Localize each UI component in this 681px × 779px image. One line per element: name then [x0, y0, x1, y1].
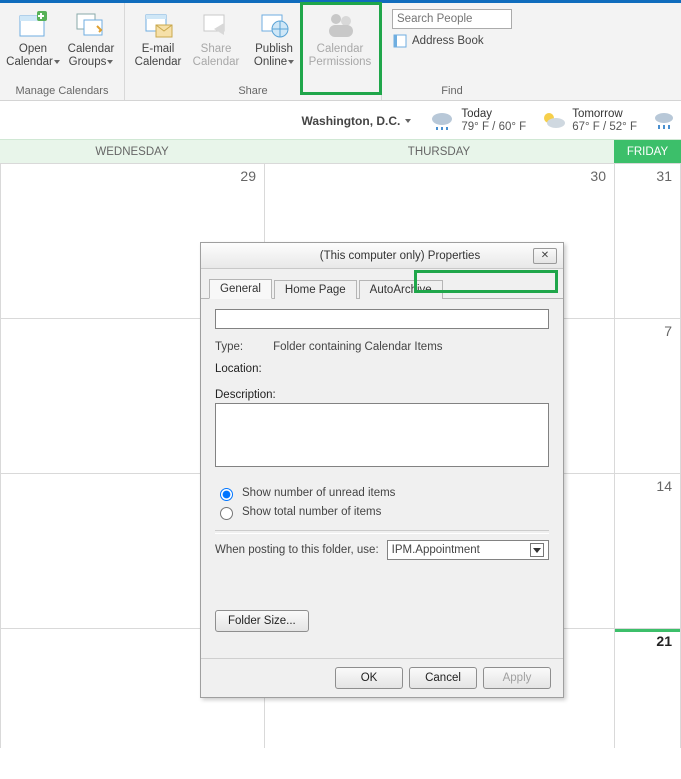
weather-bar: Washington, D.C. Today79° F / 60° F Tomo… [0, 101, 681, 139]
dialog-tabs: General Home Page AutoArchive [201, 273, 563, 299]
calendar-groups-button[interactable]: Calendar Groups [62, 7, 120, 71]
tab-general[interactable]: General [209, 279, 272, 299]
ribbon-group-find: Address Book Find [382, 3, 522, 100]
folder-name-input[interactable] [215, 309, 549, 329]
posting-type-select[interactable]: IPM.Appointment [387, 540, 549, 560]
weather-tomorrow-label: Tomorrow [572, 108, 637, 121]
ribbon-group-share: E-mail Calendar Share Calendar Publish O… [125, 3, 382, 100]
close-icon: ✕ [541, 250, 549, 261]
calendar-cell[interactable]: 14 [614, 474, 681, 628]
email-calendar-icon [142, 9, 174, 41]
calendar-permissions-label: Calendar Permissions [305, 43, 375, 69]
share-calendar-button[interactable]: Share Calendar [187, 7, 245, 71]
radio-unread-label: Show number of unread items [242, 487, 395, 499]
type-value: Folder containing Calendar Items [273, 341, 442, 353]
address-book-button[interactable]: Address Book [392, 33, 484, 49]
chevron-down-icon [530, 543, 544, 557]
people-icon [324, 9, 356, 41]
calendar-date: 21 [656, 633, 672, 649]
address-book-label: Address Book [412, 35, 484, 47]
open-calendar-label: Open Calendar [6, 43, 53, 68]
group-label-share: Share [129, 83, 377, 100]
day-header-thu: THURSDAY [264, 139, 614, 163]
chevron-down-icon [405, 119, 411, 123]
calendar-date: 31 [656, 168, 672, 184]
cancel-button[interactable]: Cancel [409, 667, 477, 689]
dialog-buttons: OK Cancel Apply [201, 658, 563, 697]
email-calendar-button[interactable]: E-mail Calendar [129, 7, 187, 71]
publish-online-icon [258, 9, 290, 41]
location-label: Location: [215, 363, 549, 375]
day-header-wed: WEDNESDAY [0, 139, 264, 163]
group-label-find: Find [386, 83, 518, 100]
publish-online-button[interactable]: Publish Online [245, 7, 303, 71]
description-input[interactable] [215, 403, 549, 467]
calendar-date: 30 [590, 168, 606, 184]
type-label: Type: [215, 341, 243, 353]
calendar-cell[interactable]: 21 [614, 629, 681, 748]
calendar-day-headers: WEDNESDAY THURSDAY FRIDAY [0, 139, 681, 163]
properties-dialog: (This computer only) Properties ✕ Genera… [200, 242, 564, 698]
ribbon-group-manage-calendars: Open Calendar Calendar Groups Manage Cal… [0, 3, 125, 100]
share-calendar-icon [200, 9, 232, 41]
dialog-title: (This computer only) Properties [267, 250, 533, 262]
weather-today-label: Today [461, 108, 526, 121]
calendar-groups-label: Calendar Groups [68, 43, 115, 68]
description-label: Description: [215, 389, 549, 401]
calendar-date: 7 [664, 323, 672, 339]
rain-cloud-icon [653, 110, 675, 132]
partly-cloudy-icon [540, 110, 566, 132]
posting-value: IPM.Appointment [392, 544, 480, 556]
separator [215, 530, 549, 534]
radio-total-label: Show total number of items [242, 506, 381, 518]
apply-button[interactable]: Apply [483, 667, 551, 689]
dialog-titlebar[interactable]: (This computer only) Properties ✕ [201, 243, 563, 269]
weather-tomorrow-temp: 67° F / 52° F [572, 121, 637, 134]
posting-label: When posting to this folder, use: [215, 544, 379, 556]
calendar-date: 29 [240, 168, 256, 184]
calendar-date: 14 [656, 478, 672, 494]
calendar-permissions-button[interactable]: Calendar Permissions [303, 7, 377, 71]
weather-tomorrow: Tomorrow67° F / 52° F [540, 108, 637, 134]
search-people-input[interactable] [392, 9, 512, 29]
chevron-down-icon [288, 60, 294, 64]
day-header-fri: FRIDAY [614, 139, 681, 163]
chevron-down-icon [107, 60, 113, 64]
calendar-cell[interactable]: 7 [614, 319, 681, 473]
ribbon: Open Calendar Calendar Groups Manage Cal… [0, 3, 681, 101]
rain-cloud-icon [429, 110, 455, 132]
weather-city: Washington, D.C. [301, 114, 400, 128]
close-button[interactable]: ✕ [533, 248, 557, 264]
folder-size-button[interactable]: Folder Size... [215, 610, 309, 632]
calendar-cell[interactable]: 31 [614, 164, 681, 318]
tab-home-page[interactable]: Home Page [274, 280, 357, 299]
today-marker [615, 629, 680, 632]
open-calendar-button[interactable]: Open Calendar [4, 7, 62, 71]
radio-total-items[interactable] [220, 507, 233, 520]
radio-unread-items[interactable] [220, 488, 233, 501]
group-label-manage-calendars: Manage Calendars [4, 83, 120, 100]
weather-today: Today79° F / 60° F [429, 108, 526, 134]
calendar-plus-icon [17, 9, 49, 41]
calendar-group-icon [75, 9, 107, 41]
weather-today-temp: 79° F / 60° F [461, 121, 526, 134]
ok-button[interactable]: OK [335, 667, 403, 689]
chevron-down-icon [54, 60, 60, 64]
weather-city-selector[interactable]: Washington, D.C. [301, 114, 411, 128]
address-book-icon [392, 33, 408, 49]
dialog-body: Type: Folder containing Calendar Items L… [201, 299, 563, 658]
email-calendar-label: E-mail Calendar [131, 43, 185, 69]
share-calendar-label: Share Calendar [189, 43, 243, 69]
publish-online-label: Publish Online [254, 43, 293, 68]
tab-autoarchive[interactable]: AutoArchive [359, 280, 443, 299]
